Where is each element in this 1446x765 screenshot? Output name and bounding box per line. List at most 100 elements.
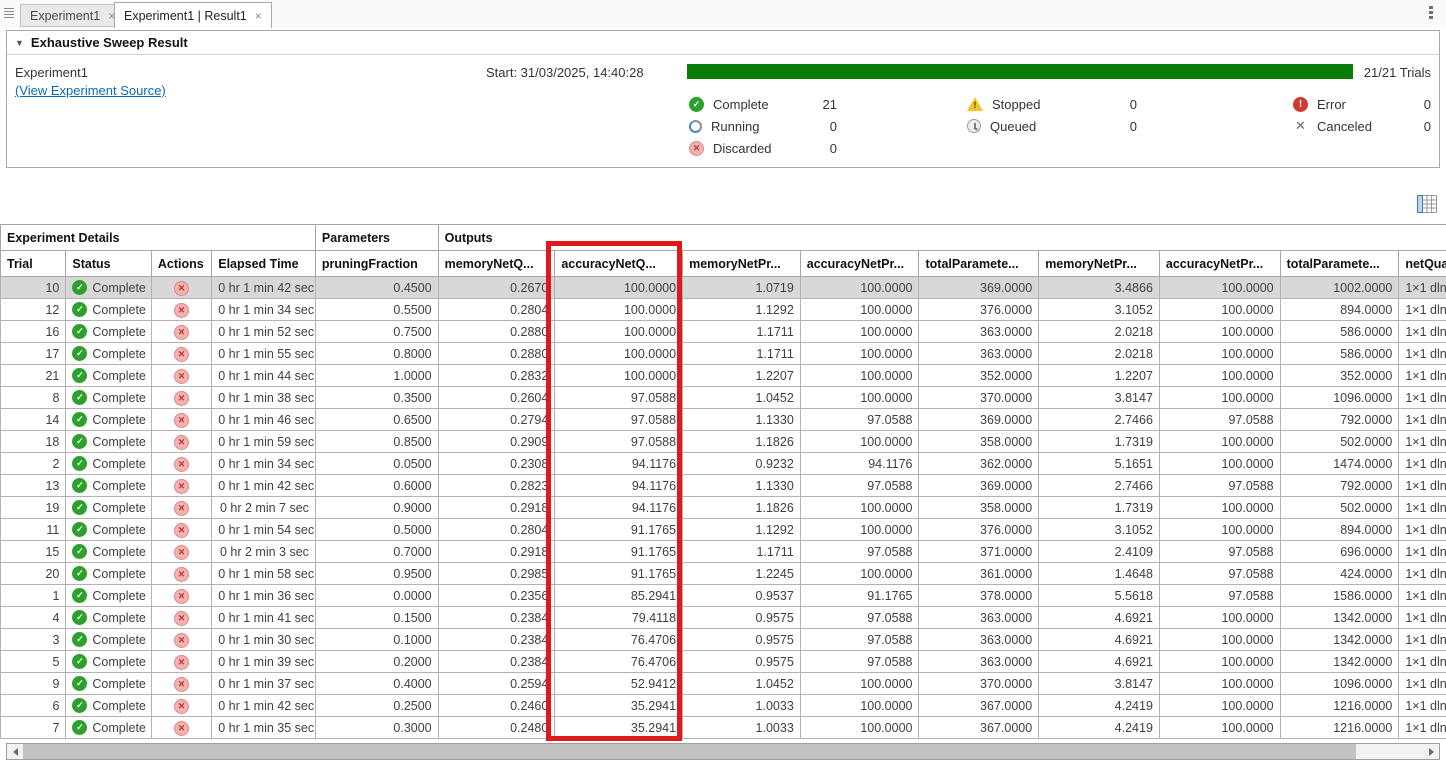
discard-icon[interactable]: ✕ <box>174 479 189 494</box>
discard-icon[interactable]: ✕ <box>174 347 189 362</box>
column-header[interactable]: memoryNetPr... <box>1039 251 1160 277</box>
table-row[interactable]: 4✓Complete✕0 hr 1 min 41 sec0.15000.2384… <box>1 607 1446 629</box>
table-row[interactable]: 10✓Complete✕0 hr 1 min 42 sec0.45000.267… <box>1 277 1446 299</box>
actions-cell[interactable]: ✕ <box>151 673 211 695</box>
panel-header[interactable]: ▼ Exhaustive Sweep Result <box>7 31 1439 55</box>
discard-icon[interactable]: ✕ <box>174 501 189 516</box>
table-row[interactable]: 7✓Complete✕0 hr 1 min 35 sec0.30000.2480… <box>1 717 1446 739</box>
discard-icon[interactable]: ✕ <box>174 699 189 714</box>
table-row[interactable]: 6✓Complete✕0 hr 1 min 42 sec0.25000.2460… <box>1 695 1446 717</box>
discard-icon[interactable]: ✕ <box>174 721 189 736</box>
table-row[interactable]: 15✓Complete✕0 hr 2 min 3 sec0.70000.2918… <box>1 541 1446 563</box>
table-row[interactable]: 17✓Complete✕0 hr 1 min 55 sec0.80000.288… <box>1 343 1446 365</box>
column-header[interactable]: netQuan... <box>1399 251 1446 277</box>
table-row[interactable]: 12✓Complete✕0 hr 1 min 34 sec0.55000.280… <box>1 299 1446 321</box>
table-view-button[interactable] <box>1415 192 1439 216</box>
actions-cell[interactable]: ✕ <box>151 607 211 629</box>
table-row[interactable]: 14✓Complete✕0 hr 1 min 46 sec0.65000.279… <box>1 409 1446 431</box>
scroll-right-button[interactable] <box>1423 744 1439 759</box>
actions-cell[interactable]: ✕ <box>151 717 211 739</box>
discard-icon[interactable]: ✕ <box>174 567 189 582</box>
actions-cell[interactable]: ✕ <box>151 629 211 651</box>
status-cell: ✓Complete <box>66 343 152 365</box>
column-header[interactable]: accuracyNetQ... <box>555 251 683 277</box>
cell: 0.1000 <box>315 629 438 651</box>
table-row[interactable]: 16✓Complete✕0 hr 1 min 52 sec0.75000.288… <box>1 321 1446 343</box>
column-header[interactable]: pruningFraction <box>315 251 438 277</box>
column-header[interactable]: Trial <box>1 251 66 277</box>
collapse-arrow-icon[interactable]: ▼ <box>15 38 24 48</box>
cell: 367.0000 <box>919 695 1039 717</box>
tab-experiment1[interactable]: Experiment1 × <box>20 4 125 27</box>
more-options-icon[interactable] <box>1428 6 1434 19</box>
column-header[interactable]: Elapsed Time <box>212 251 316 277</box>
cell: 1.0719 <box>683 277 801 299</box>
discard-icon[interactable]: ✕ <box>174 325 189 340</box>
cell: 100.0000 <box>1159 453 1280 475</box>
actions-cell[interactable]: ✕ <box>151 541 211 563</box>
table-row[interactable]: 9✓Complete✕0 hr 1 min 37 sec0.40000.2594… <box>1 673 1446 695</box>
view-experiment-source-link[interactable]: (View Experiment Source) <box>15 83 166 98</box>
discard-icon[interactable]: ✕ <box>174 413 189 428</box>
actions-cell[interactable]: ✕ <box>151 695 211 717</box>
discard-icon[interactable]: ✕ <box>174 457 189 472</box>
actions-cell[interactable]: ✕ <box>151 475 211 497</box>
close-icon[interactable]: × <box>255 9 262 23</box>
cell: 586.0000 <box>1280 321 1399 343</box>
actions-cell[interactable]: ✕ <box>151 365 211 387</box>
table-row[interactable]: 5✓Complete✕0 hr 1 min 39 sec0.20000.2384… <box>1 651 1446 673</box>
table-row[interactable]: 2✓Complete✕0 hr 1 min 34 sec0.05000.2308… <box>1 453 1446 475</box>
discard-icon[interactable]: ✕ <box>174 655 189 670</box>
discard-icon[interactable]: ✕ <box>174 545 189 560</box>
scroll-left-button[interactable] <box>7 744 23 759</box>
discard-icon[interactable]: ✕ <box>174 611 189 626</box>
table-row[interactable]: 1✓Complete✕0 hr 1 min 36 sec0.00000.2356… <box>1 585 1446 607</box>
table-row[interactable]: 11✓Complete✕0 hr 1 min 54 sec0.50000.280… <box>1 519 1446 541</box>
discard-icon[interactable]: ✕ <box>174 303 189 318</box>
table-row[interactable]: 13✓Complete✕0 hr 1 min 42 sec0.60000.282… <box>1 475 1446 497</box>
discard-icon[interactable]: ✕ <box>174 633 189 648</box>
actions-cell[interactable]: ✕ <box>151 387 211 409</box>
complete-icon: ✓ <box>72 478 87 493</box>
actions-cell[interactable]: ✕ <box>151 431 211 453</box>
horizontal-scrollbar[interactable] <box>6 743 1440 760</box>
cell: 0 hr 2 min 3 sec <box>212 541 316 563</box>
discard-icon[interactable]: ✕ <box>174 369 189 384</box>
column-header[interactable]: accuracyNetPr... <box>1159 251 1280 277</box>
column-header[interactable]: Actions <box>151 251 211 277</box>
table-row[interactable]: 18✓Complete✕0 hr 1 min 59 sec0.85000.290… <box>1 431 1446 453</box>
discard-icon[interactable]: ✕ <box>174 281 189 296</box>
table-row[interactable]: 8✓Complete✕0 hr 1 min 38 sec0.35000.2604… <box>1 387 1446 409</box>
tab-strip-handle-icon[interactable] <box>2 4 16 22</box>
column-header[interactable]: totalParamete... <box>1280 251 1399 277</box>
column-header[interactable]: totalParamete... <box>919 251 1039 277</box>
tab-experiment1-result1[interactable]: Experiment1 | Result1 × <box>114 2 272 28</box>
table-row[interactable]: 19✓Complete✕0 hr 2 min 7 sec0.90000.2918… <box>1 497 1446 519</box>
discard-icon[interactable]: ✕ <box>174 677 189 692</box>
actions-cell[interactable]: ✕ <box>151 563 211 585</box>
actions-cell[interactable]: ✕ <box>151 343 211 365</box>
actions-cell[interactable]: ✕ <box>151 453 211 475</box>
table-row[interactable]: 3✓Complete✕0 hr 1 min 30 sec0.10000.2384… <box>1 629 1446 651</box>
actions-cell[interactable]: ✕ <box>151 585 211 607</box>
discard-icon[interactable]: ✕ <box>174 391 189 406</box>
cell: 16 <box>1 321 66 343</box>
actions-cell[interactable]: ✕ <box>151 299 211 321</box>
actions-cell[interactable]: ✕ <box>151 497 211 519</box>
table-row[interactable]: 21✓Complete✕0 hr 1 min 44 sec1.00000.283… <box>1 365 1446 387</box>
discard-icon[interactable]: ✕ <box>174 523 189 538</box>
discard-icon[interactable]: ✕ <box>174 589 189 604</box>
actions-cell[interactable]: ✕ <box>151 277 211 299</box>
column-header[interactable]: memoryNetQ... <box>438 251 555 277</box>
column-header[interactable]: memoryNetPr... <box>683 251 801 277</box>
actions-cell[interactable]: ✕ <box>151 409 211 431</box>
actions-cell[interactable]: ✕ <box>151 321 211 343</box>
column-header[interactable]: accuracyNetPr... <box>800 251 919 277</box>
scrollbar-track[interactable] <box>23 744 1423 759</box>
actions-cell[interactable]: ✕ <box>151 651 211 673</box>
scrollbar-thumb[interactable] <box>23 744 1356 759</box>
discard-icon[interactable]: ✕ <box>174 435 189 450</box>
table-row[interactable]: 20✓Complete✕0 hr 1 min 58 sec0.95000.298… <box>1 563 1446 585</box>
actions-cell[interactable]: ✕ <box>151 519 211 541</box>
column-header[interactable]: Status <box>66 251 152 277</box>
